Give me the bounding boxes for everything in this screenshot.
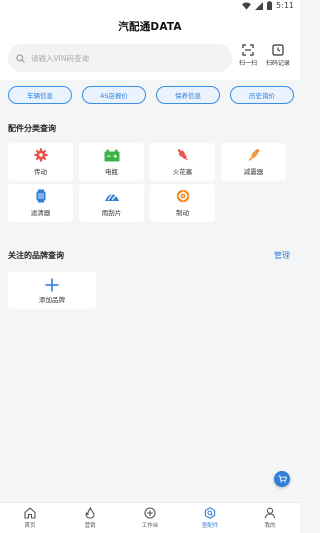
category-label: 火花塞	[172, 168, 193, 176]
brands-title: 关注的品牌查询	[8, 251, 64, 260]
spark-plug-icon	[177, 148, 188, 161]
category-wiper[interactable]: 雨刮片	[79, 184, 144, 222]
add-brand-button[interactable]: 添加品牌	[8, 272, 96, 309]
categories-title: 配件分类查询	[8, 124, 56, 133]
signal-icon	[255, 1, 264, 10]
category-label: 雨刮片	[101, 209, 122, 217]
category-label: 电瓶	[105, 167, 118, 176]
nav-label: 我的	[264, 523, 276, 529]
flame-icon	[85, 507, 95, 519]
home-icon	[24, 507, 36, 519]
category-transmission[interactable]: 传动	[8, 143, 73, 181]
scan-history-label: 扫码记录	[266, 60, 291, 67]
search-icon	[16, 53, 25, 63]
wiper-icon	[104, 191, 119, 201]
battery-status-icon	[267, 1, 273, 10]
scan-label: 扫一扫	[239, 60, 258, 67]
search-input[interactable]	[31, 53, 221, 63]
status-bar: 5:11	[0, 0, 300, 14]
nav-search-parts[interactable]: 查配件	[190, 507, 230, 529]
nav-home[interactable]: 首页	[10, 507, 50, 529]
nav-label: 工作台	[141, 523, 159, 529]
search-box[interactable]	[8, 44, 232, 72]
user-icon	[264, 507, 276, 519]
category-shock-absorber[interactable]: 减震器	[221, 143, 286, 181]
nav-workbench[interactable]: 工作台	[130, 507, 170, 529]
category-battery[interactable]: 电瓶	[79, 143, 144, 181]
category-label: 滤清器	[30, 209, 51, 217]
manage-link[interactable]: 管理	[274, 250, 290, 261]
search-area: 扫一扫 扫码记录	[0, 38, 300, 80]
nav-label: 查配件	[201, 523, 219, 529]
scan-history-button[interactable]: 扫码记录	[266, 44, 290, 67]
scan-icon	[242, 44, 254, 56]
chip-maintenance-info[interactable]: 保养信息	[156, 86, 220, 104]
category-label: 减震器	[243, 168, 264, 176]
scan-history-icon	[272, 44, 284, 56]
category-label: 制动	[176, 209, 189, 217]
chip-vehicle-info[interactable]: 车辆信息	[8, 86, 72, 104]
battery-icon	[104, 149, 119, 161]
plus-circle-icon	[144, 507, 156, 519]
wifi-icon	[242, 1, 252, 10]
nav-profile[interactable]: 我的	[250, 507, 290, 529]
chip-inquiry-history[interactable]: 历史询价	[230, 86, 294, 104]
page-title: 汽配通DATA	[118, 20, 182, 33]
bottom-nav: 首页 营销 工作台 查配件 我的	[0, 502, 300, 533]
plus-icon	[45, 278, 59, 291]
cart-icon	[278, 475, 287, 483]
quick-chips: 车辆信息 4S店报价 保养信息 历史询价	[8, 86, 294, 104]
status-icons: 5:11	[242, 1, 294, 10]
category-label: 传动	[34, 168, 47, 176]
chip-4s-quote[interactable]: 4S店报价	[82, 86, 146, 104]
nav-label: 营销	[84, 523, 96, 529]
category-filter[interactable]: 滤清器	[8, 184, 73, 222]
category-spark-plug[interactable]: 火花塞	[150, 143, 215, 181]
shock-absorber-icon	[248, 148, 260, 161]
search-parts-icon	[204, 507, 216, 519]
nav-marketing[interactable]: 营销	[70, 507, 110, 529]
category-brake[interactable]: 制动	[150, 184, 215, 222]
status-time: 5:11	[276, 1, 294, 10]
brake-disc-icon	[176, 189, 189, 203]
cart-fab[interactable]	[274, 471, 290, 487]
app-header: 汽配通DATA	[0, 14, 300, 38]
gear-icon	[33, 148, 48, 162]
nav-label: 首页	[24, 523, 36, 529]
filter-icon	[36, 189, 45, 203]
add-brand-label: 添加品牌	[39, 295, 65, 304]
scan-button[interactable]: 扫一扫	[239, 44, 257, 67]
